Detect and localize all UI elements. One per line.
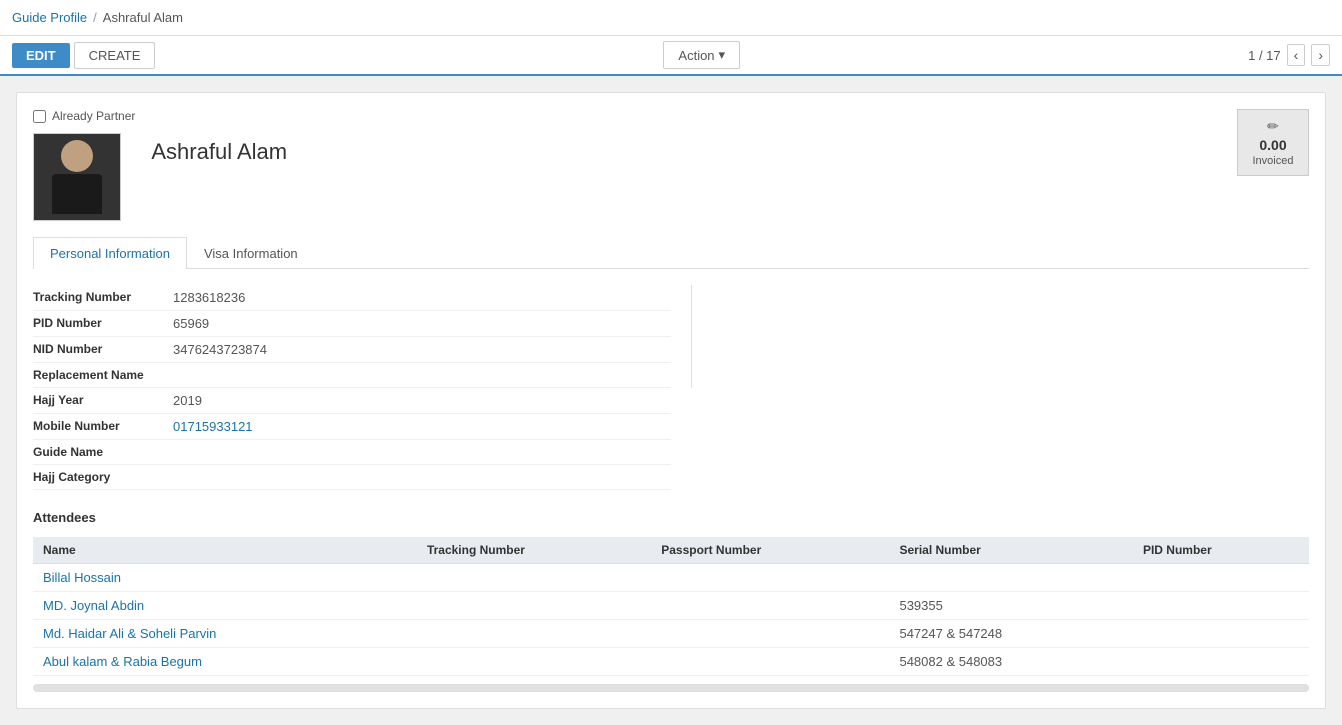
attendee-passport: [651, 564, 889, 592]
breadcrumb-parent[interactable]: Guide Profile: [12, 10, 87, 25]
attendee-pid: [1133, 648, 1309, 676]
pagination-text: 1 / 17: [1248, 48, 1281, 63]
attendee-tracking: [417, 648, 651, 676]
attendee-tracking: [417, 592, 651, 620]
main-content: Already Partner Ashraful Alam ✏ 0.00 Inv…: [0, 76, 1342, 725]
pid-number-label: PID Number: [33, 316, 173, 330]
chevron-down-icon: ▾: [719, 47, 726, 63]
mobile-number-label: Mobile Number: [33, 419, 173, 433]
attendee-serial: [889, 564, 1132, 592]
pid-number-value: 65969: [173, 316, 209, 331]
edit-button[interactable]: EDIT: [12, 43, 70, 68]
tab-personal-information[interactable]: Personal Information: [33, 237, 187, 269]
attendee-pid: [1133, 620, 1309, 648]
next-button[interactable]: ›: [1311, 44, 1330, 66]
attendee-serial: 539355: [889, 592, 1132, 620]
guide-name-label: Guide Name: [33, 445, 173, 459]
col-tracking-number: Tracking Number: [417, 537, 651, 564]
nid-number-row: NID Number 3476243723874: [33, 337, 671, 363]
replacement-name-row: Replacement Name: [33, 363, 671, 388]
attendees-table: Name Tracking Number Passport Number Ser…: [33, 537, 1309, 676]
hajj-year-label: Hajj Year: [33, 393, 173, 407]
mobile-number-row: Mobile Number 01715933121: [33, 414, 671, 440]
nid-number-label: NID Number: [33, 342, 173, 356]
attendee-serial: 548082 & 548083: [889, 648, 1132, 676]
table-row[interactable]: Abul kalam & Rabia Begum 548082 & 548083: [33, 648, 1309, 676]
table-row[interactable]: Billal Hossain: [33, 564, 1309, 592]
tab-visa-information[interactable]: Visa Information: [187, 237, 315, 269]
attendees-table-header: Name Tracking Number Passport Number Ser…: [33, 537, 1309, 564]
tracking-number-row: Tracking Number 1283618236: [33, 285, 671, 311]
table-row[interactable]: Md. Haidar Ali & Soheli Parvin 547247 & …: [33, 620, 1309, 648]
attendee-name: Abul kalam & Rabia Begum: [33, 648, 417, 676]
invoiced-label: Invoiced: [1253, 155, 1294, 167]
create-button[interactable]: CREATE: [74, 42, 156, 69]
col-name: Name: [33, 537, 417, 564]
action-bar: EDIT CREATE Action ▾ 1 / 17 ‹ ›: [0, 36, 1342, 76]
col-pid-number: PID Number: [1133, 537, 1309, 564]
tracking-number-value: 1283618236: [173, 290, 245, 305]
tabs: Personal Information Visa Information: [33, 237, 1309, 269]
invoice-icon: ✏: [1267, 118, 1279, 135]
nid-number-value: 3476243723874: [173, 342, 267, 357]
prev-button[interactable]: ‹: [1287, 44, 1306, 66]
profile-photo: [33, 133, 121, 221]
pid-number-row: PID Number 65969: [33, 311, 671, 337]
record-name: Ashraful Alam: [151, 139, 287, 165]
breadcrumb-current: Ashraful Alam: [103, 10, 183, 25]
already-partner-section: Already Partner: [33, 109, 135, 221]
form-right-column: Hajj Year 2019 Mobile Number 01715933121…: [33, 388, 671, 490]
attendee-tracking: [417, 564, 651, 592]
scroll-bar[interactable]: [33, 684, 1309, 692]
col-serial-number: Serial Number: [889, 537, 1132, 564]
mobile-number-value: 01715933121: [173, 419, 253, 434]
breadcrumb: Guide Profile / Ashraful Alam: [12, 10, 183, 25]
pagination: 1 / 17 ‹ ›: [1248, 44, 1330, 66]
attendees-section-title: Attendees: [33, 506, 1309, 529]
top-nav: Guide Profile / Ashraful Alam: [0, 0, 1342, 36]
person-head-shape: [61, 140, 93, 172]
attendee-name: MD. Joynal Abdin: [33, 592, 417, 620]
attendee-passport: [651, 620, 889, 648]
attendee-pid: [1133, 592, 1309, 620]
action-label: Action: [678, 48, 714, 63]
already-partner-checkbox[interactable]: Already Partner: [33, 109, 135, 123]
already-partner-input[interactable]: [33, 110, 46, 123]
col-passport-number: Passport Number: [651, 537, 889, 564]
attendee-passport: [651, 592, 889, 620]
person-figure: [52, 140, 102, 214]
attendee-name: Billal Hossain: [33, 564, 417, 592]
table-row[interactable]: MD. Joynal Abdin 539355: [33, 592, 1309, 620]
replacement-name-label: Replacement Name: [33, 368, 173, 382]
invoiced-button[interactable]: ✏ 0.00 Invoiced: [1237, 109, 1309, 176]
guide-name-row: Guide Name: [33, 440, 671, 465]
form-left-column: Tracking Number 1283618236 PID Number 65…: [33, 285, 671, 388]
hajj-category-row: Hajj Category: [33, 465, 671, 490]
attendee-passport: [651, 648, 889, 676]
record-header: Already Partner Ashraful Alam ✏ 0.00 Inv…: [33, 109, 1309, 221]
attendee-name: Md. Haidar Ali & Soheli Parvin: [33, 620, 417, 648]
attendee-pid: [1133, 564, 1309, 592]
record-card: Already Partner Ashraful Alam ✏ 0.00 Inv…: [16, 92, 1326, 709]
hajj-year-value: 2019: [173, 393, 202, 408]
action-dropdown[interactable]: Action ▾: [663, 41, 740, 69]
already-partner-label: Already Partner: [52, 109, 135, 123]
invoiced-amount: 0.00: [1259, 137, 1286, 153]
person-body-shape: [52, 174, 102, 214]
column-divider: [691, 285, 692, 388]
attendee-tracking: [417, 620, 651, 648]
tracking-number-label: Tracking Number: [33, 290, 173, 304]
hajj-category-label: Hajj Category: [33, 470, 173, 484]
breadcrumb-separator: /: [93, 10, 97, 25]
hajj-year-row: Hajj Year 2019: [33, 388, 671, 414]
attendee-serial: 547247 & 547248: [889, 620, 1132, 648]
personal-info-form: Tracking Number 1283618236 PID Number 65…: [33, 285, 1309, 490]
